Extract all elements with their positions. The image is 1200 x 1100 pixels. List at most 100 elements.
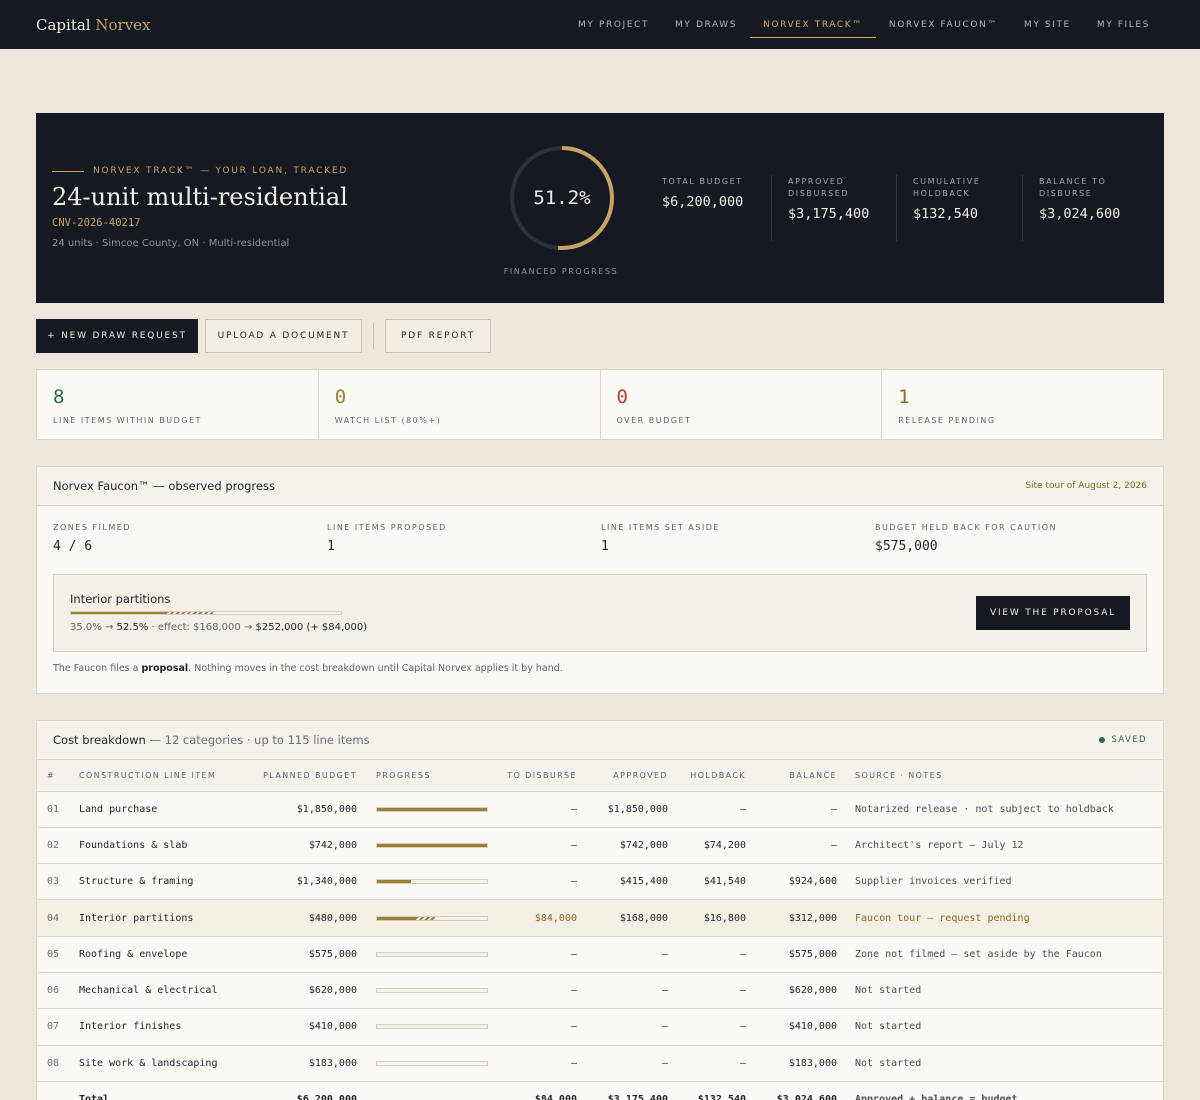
nav-item[interactable]: NORVEX FAUCON™ xyxy=(876,0,1011,49)
table-row[interactable]: 05 Roofing & envelope $575,000— — — $575,000 Z… xyxy=(37,936,1163,973)
kpi-label: LINE ITEMS WITHIN BUDGET xyxy=(53,416,202,425)
progress-bar xyxy=(376,915,488,921)
kpi-watch-list[interactable]: 0 WATCH LIST (80%+) xyxy=(319,370,601,439)
nav-item[interactable]: MY SITE xyxy=(1011,0,1084,49)
stat-label: BALANCE TO DISBURSE xyxy=(1039,176,1151,200)
new-draw-request-button[interactable]: + NEW DRAW REQUEST xyxy=(36,319,198,353)
progress-bar xyxy=(376,879,488,885)
stat-value: $132,540 xyxy=(913,206,979,222)
table-row[interactable]: 07 Interior finishes $410,000— — — $410,000 No… xyxy=(37,1008,1163,1046)
saved-status-badge: SAVED xyxy=(1099,735,1147,745)
balance-amount: — xyxy=(746,827,837,865)
loan-summary-hero: NORVEX TRACK™ — YOUR LOAN, TRACKED 24-un… xyxy=(36,113,1164,303)
total-approved: $3,175,400 xyxy=(577,1080,668,1100)
total-holdback: $132,540 xyxy=(668,1080,746,1100)
column-header[interactable]: TO DISBURSE xyxy=(497,760,577,792)
progress-bar xyxy=(376,1024,488,1030)
row-number: 06 xyxy=(37,972,69,1010)
holdback-amount: $74,200 xyxy=(668,827,746,865)
source-notes: Not started xyxy=(837,1008,1163,1046)
kpi-label: OVER BUDGET xyxy=(616,416,692,425)
row-number: 08 xyxy=(37,1045,69,1082)
table-row[interactable]: 04 Interior partitions $480,000 $84,000 $168… xyxy=(37,899,1163,937)
to-disburse: $84,000 xyxy=(497,899,577,937)
to-disburse: — xyxy=(497,827,577,865)
view-proposal-button[interactable]: VIEW THE PROPOSAL xyxy=(976,596,1130,630)
faucon-panel-title: Norvex Faucon™ — observed progress xyxy=(53,479,275,493)
column-header[interactable]: HOLDBACK xyxy=(668,760,746,792)
planned-budget: $742,000 xyxy=(239,827,357,865)
line-item-name: Structure & framing xyxy=(69,863,239,901)
faucon-tour-date: Site tour of August 2, 2026 xyxy=(1025,481,1147,491)
source-notes: Not started xyxy=(837,1045,1163,1082)
table-row[interactable]: 03 Structure & framing $1,340,000 — $415,400… xyxy=(37,863,1163,901)
saved-status-text: SAVED xyxy=(1111,735,1147,745)
planned-budget: $183,000 xyxy=(239,1045,357,1082)
column-header[interactable]: PROGRESS xyxy=(357,760,497,792)
stat-balance-to-disburse: BALANCE TO DISBURSE $3,024,600 xyxy=(1039,176,1151,222)
nav-item[interactable]: MY FILES xyxy=(1084,0,1163,49)
kpi-value: 1 xyxy=(898,386,910,408)
total-budget: $6,200,000 xyxy=(239,1080,357,1100)
row-number: 07 xyxy=(37,1008,69,1046)
nav-item[interactable]: MY DRAWS xyxy=(662,0,750,49)
line-item-name: Foundations & slab xyxy=(69,827,239,865)
stat-label-line2: HOLDBACK xyxy=(913,189,971,198)
cost-breakdown-panel: Cost breakdown — 12 categories · up to 1… xyxy=(36,720,1164,1100)
hero-eyebrow-text: NORVEX TRACK™ — YOUR LOAN, TRACKED xyxy=(93,166,349,176)
stat-divider xyxy=(1022,175,1023,241)
balance-amount: $183,000 xyxy=(746,1045,837,1082)
balance-amount: — xyxy=(746,791,837,828)
table-row[interactable]: 06 Mechanical & electrical $620,000— — — $620… xyxy=(37,972,1163,1010)
progress-bar xyxy=(376,951,488,957)
column-header[interactable]: SOURCE · NOTES xyxy=(837,760,1163,792)
stat-label-line1: APPROVED xyxy=(788,177,845,186)
brand-logo[interactable]: Capital Norvex xyxy=(36,16,151,34)
project-meta: 24 units · Simcoe County, ON · Multi-res… xyxy=(52,238,290,249)
proposal-effect-prefix: · effect: xyxy=(151,622,190,633)
nav-item[interactable]: NORVEX TRACK™ xyxy=(750,0,876,49)
table-row[interactable]: 01 Land purchase $1,850,000— $1,850,000— — No… xyxy=(37,791,1163,828)
row-number: 01 xyxy=(37,791,69,828)
faucon-stat-label: BUDGET HELD BACK FOR CAUTION xyxy=(875,523,1058,532)
arrow-right-icon: → xyxy=(243,622,253,633)
stat-value: $3,175,400 xyxy=(788,206,870,222)
approved-amount: — xyxy=(577,936,668,973)
column-header[interactable]: BALANCE xyxy=(746,760,837,792)
kpi-within-budget[interactable]: 8 LINE ITEMS WITHIN BUDGET xyxy=(37,370,319,439)
kpi-release-pending[interactable]: 1 RELEASE PENDING xyxy=(882,370,1163,439)
main-nav: MY PROJECT MY DRAWS NORVEX TRACK™ NORVEX FA… xyxy=(565,0,1163,49)
column-header[interactable]: CONSTRUCTION LINE ITEM xyxy=(69,760,239,792)
progress-bar xyxy=(376,842,488,848)
total-to-disburse: $84,000 xyxy=(497,1080,577,1100)
to-disburse: — xyxy=(497,791,577,828)
approved-amount: $168,000 xyxy=(577,899,668,937)
source-notes: Not started xyxy=(837,972,1163,1010)
stat-divider xyxy=(771,175,772,241)
nav-item[interactable]: MY PROJECT xyxy=(565,0,662,49)
financed-progress-label: FINANCED PROGRESS xyxy=(503,267,619,276)
stat-value: $3,024,600 xyxy=(1039,206,1121,222)
table-row[interactable]: 08 Site work & landscaping $183,000— — — $183… xyxy=(37,1045,1163,1082)
footnote-emphasis: proposal xyxy=(141,663,189,674)
column-header[interactable]: PLANNED BUDGET xyxy=(239,760,357,792)
planned-budget: $1,340,000 xyxy=(239,863,357,901)
kpi-over-budget[interactable]: 0 OVER BUDGET xyxy=(601,370,883,439)
balance-amount: $410,000 xyxy=(746,1008,837,1046)
approved-amount: — xyxy=(577,972,668,1010)
upload-document-button[interactable]: UPLOAD A DOCUMENT xyxy=(205,319,362,353)
source-notes: Notarized release · not subject to holdb… xyxy=(837,791,1163,828)
arrow-right-icon: → xyxy=(104,622,114,633)
proposal-from-amount: $168,000 xyxy=(193,622,241,633)
action-divider xyxy=(373,323,374,349)
planned-budget: $620,000 xyxy=(239,972,357,1010)
progress-bar-pending xyxy=(415,916,435,920)
faucon-observed-progress-panel: Norvex Faucon™ — observed progress Site … xyxy=(36,466,1164,694)
column-header[interactable]: APPROVED xyxy=(577,760,668,792)
table-row[interactable]: 02 Foundations & slab $742,000— $742,000 $74… xyxy=(37,827,1163,865)
hero-eyebrow: NORVEX TRACK™ — YOUR LOAN, TRACKED xyxy=(52,166,348,176)
column-header[interactable]: # xyxy=(37,760,69,792)
proposal-progress-bar xyxy=(70,611,342,615)
pdf-report-button[interactable]: PDF REPORT xyxy=(385,319,491,353)
total-number-blank xyxy=(37,1080,69,1100)
